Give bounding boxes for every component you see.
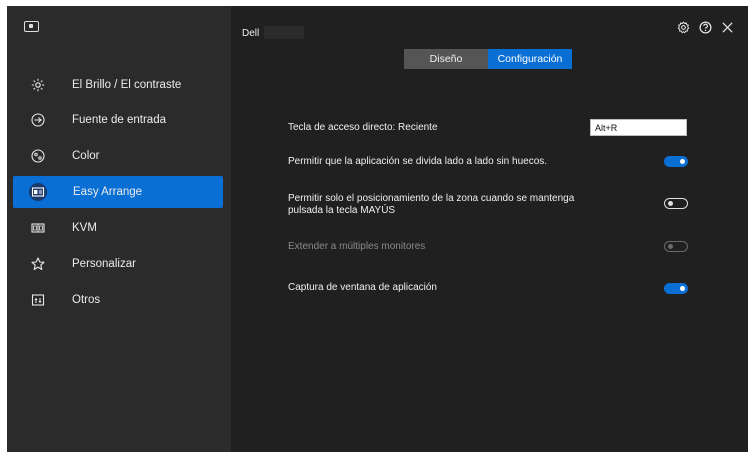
split-seamless-label: Permitir que la aplicación se divida lad… [288, 156, 548, 167]
easy-arrange-icon [29, 183, 47, 201]
sidebar-item-others[interactable]: Otros [13, 284, 223, 316]
zone-shift-toggle[interactable] [664, 198, 688, 209]
sidebar-item-label: Color [72, 150, 100, 162]
kvm-icon [30, 220, 46, 236]
tab-bar: Diseño Configuración [404, 49, 572, 69]
sidebar-item-brightness[interactable]: El Brillo / El contraste [13, 69, 223, 101]
sidebar-item-label: El Brillo / El contraste [72, 79, 182, 91]
sidebar-item-label: KVM [72, 222, 97, 234]
sidebar-item-personalize[interactable]: Personalizar [13, 248, 223, 280]
monitor-model-redacted [264, 26, 304, 39]
input-source-icon [30, 112, 46, 128]
sidebar-item-label: Easy Arrange [73, 186, 143, 198]
sidebar-item-label: Otros [72, 294, 101, 306]
close-icon[interactable] [716, 19, 738, 35]
help-icon[interactable] [694, 19, 716, 35]
monitor-app-icon[interactable] [24, 21, 39, 32]
others-icon [30, 292, 46, 308]
sidebar-item-label: Personalizar [72, 258, 136, 270]
settings-gear-icon[interactable] [672, 19, 694, 35]
zone-shift-label-line1: Permitir solo el posicionamiento de la z… [288, 193, 575, 204]
star-icon [30, 256, 46, 272]
main-panel: Dell Diseño Configuración Tecla de acces… [231, 6, 748, 452]
tab-layout[interactable]: Diseño [404, 49, 488, 69]
sidebar-item-label: Fuente de entrada [72, 114, 166, 126]
multi-monitor-toggle [664, 241, 688, 252]
app-window: El Brillo / El contraste Fuente de entra… [7, 6, 748, 452]
multi-monitor-label: Extender a múltiples monitores [288, 241, 426, 252]
zone-shift-label: Permitir solo el posicionamiento de la z… [288, 193, 588, 217]
brightness-icon [30, 77, 46, 93]
window-capture-label: Captura de ventana de aplicación [288, 282, 437, 293]
sidebar-item-easy-arrange[interactable]: Easy Arrange [13, 176, 223, 208]
hotkey-input[interactable]: Alt+R [590, 119, 687, 136]
zone-shift-label-line2: pulsada la tecla MAYÚS [288, 205, 396, 216]
monitor-name: Dell [242, 28, 260, 39]
tab-configuration[interactable]: Configuración [488, 49, 572, 69]
color-icon [30, 148, 46, 164]
sidebar-item-color[interactable]: Color [13, 140, 223, 172]
sidebar: El Brillo / El contraste Fuente de entra… [7, 6, 231, 452]
window-capture-toggle[interactable] [664, 283, 688, 294]
sidebar-item-input-source[interactable]: Fuente de entrada [13, 104, 223, 136]
window-controls [672, 19, 738, 35]
sidebar-item-kvm[interactable]: KVM [13, 212, 223, 244]
split-seamless-toggle[interactable] [664, 156, 688, 167]
hotkey-label: Tecla de acceso directo: Reciente [288, 122, 438, 133]
